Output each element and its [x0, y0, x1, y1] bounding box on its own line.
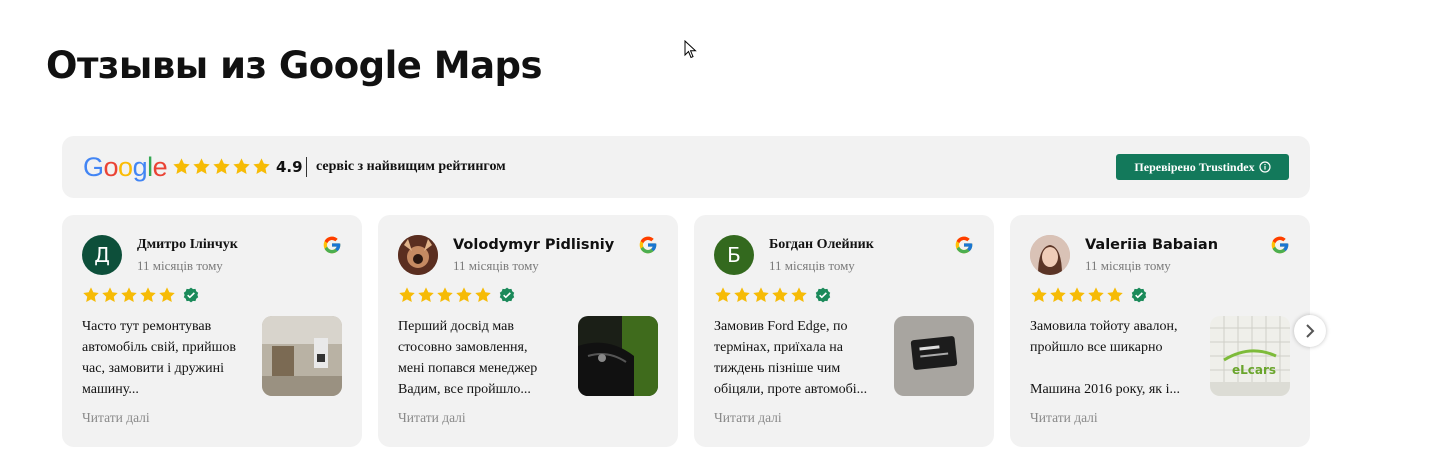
reviewer-name: Богдан Олейник: [769, 237, 874, 252]
review-card: Valeriia Babaian 11 місяців тому Замовил…: [1010, 215, 1310, 447]
star-icon: [233, 158, 250, 174]
avatar: Б: [714, 235, 754, 275]
star-icon: [253, 158, 270, 174]
star-icon: [83, 287, 99, 303]
review-card: Д Дмитро Ілінчук 11 місяців тому Часто т…: [62, 215, 362, 447]
review-date: 11 місяців тому: [769, 258, 855, 273]
reviewer-name: Valeriia Babaian: [1085, 237, 1219, 253]
reviewer-name: Volodymyr Pidlisniy: [453, 237, 615, 253]
star-icon: [173, 158, 190, 174]
star-icon: [213, 158, 230, 174]
google-icon: [1271, 236, 1289, 254]
review-date: 11 місяців тому: [1085, 258, 1171, 273]
review-stars: [714, 286, 831, 304]
verified-label: Перевірено Trustindex: [1134, 159, 1255, 174]
divider: [306, 157, 307, 177]
star-icon: [140, 287, 156, 303]
google-logo: Google: [83, 152, 168, 182]
rating-text: сервіс з найвищим рейтингом: [316, 159, 506, 174]
google-icon: [639, 236, 657, 254]
read-more-link[interactable]: Читати далі: [82, 410, 150, 426]
review-photo[interactable]: eLcars: [1210, 316, 1290, 396]
star-icon: [475, 287, 491, 303]
review-text: Часто тут ремонтував автомобіль свій, пр…: [82, 319, 236, 397]
header-stars: [172, 157, 271, 176]
review-stars: [82, 286, 199, 304]
star-icon: [193, 158, 210, 174]
review-text: Замовив Ford Edge, по термінах, приїхала…: [714, 319, 868, 397]
mouse-cursor-icon: [684, 40, 697, 59]
star-icon: [753, 287, 769, 303]
review-card: Volodymyr Pidlisniy 11 місяців тому Перш…: [378, 215, 678, 447]
star-icon: [734, 287, 750, 303]
star-icon: [121, 287, 137, 303]
google-icon: [323, 236, 341, 254]
review-stars: [398, 286, 515, 304]
verified-check-icon: [815, 287, 831, 303]
next-arrow-button[interactable]: [1294, 315, 1326, 347]
star-icon: [1069, 287, 1085, 303]
avatar-initial: Б: [727, 243, 741, 267]
star-icon: [715, 287, 731, 303]
read-more-link[interactable]: Читати далі: [714, 410, 782, 426]
review-text: Замовила тойоту авалон, пройшло все шика…: [1030, 319, 1180, 397]
info-icon: [1258, 161, 1271, 173]
verified-check-icon: [499, 287, 515, 303]
google-icon: [955, 236, 973, 254]
star-icon: [1107, 287, 1123, 303]
star-icon: [1031, 287, 1047, 303]
avatar: [398, 235, 438, 275]
review-date: 11 місяців тому: [137, 258, 223, 273]
rating-score: 4.9: [276, 158, 303, 176]
read-more-link[interactable]: Читати далі: [398, 410, 466, 426]
rating-header-bar: Google 4.9 сервіс з найвищим рейтингом П…: [62, 136, 1310, 198]
review-text: Перший досвід мав стосовно замовлення, м…: [398, 319, 538, 397]
review-photo[interactable]: [894, 316, 974, 396]
reviewer-name: Дмитро Ілінчук: [137, 237, 238, 252]
chevron-right-icon: [1306, 324, 1315, 338]
page-title: Отзывы из Google Maps: [46, 44, 543, 87]
star-icon: [791, 287, 807, 303]
avatar-image: [398, 235, 438, 275]
verified-trustindex-badge[interactable]: Перевірено Trustindex: [1116, 154, 1289, 180]
review-card: Б Богдан Олейник 11 місяців тому Замовив…: [694, 215, 994, 447]
review-date: 11 місяців тому: [453, 258, 539, 273]
star-icon: [102, 287, 118, 303]
review-photo[interactable]: [578, 316, 658, 396]
star-icon: [772, 287, 788, 303]
verified-check-icon: [183, 287, 199, 303]
review-stars: [1030, 286, 1147, 304]
star-icon: [159, 287, 175, 303]
star-icon: [456, 287, 472, 303]
avatar-initial: Д: [94, 243, 110, 267]
star-icon: [1050, 287, 1066, 303]
review-photo[interactable]: [262, 316, 342, 396]
star-icon: [437, 287, 453, 303]
avatar: [1030, 235, 1070, 275]
svg-text:eLcars: eLcars: [1232, 363, 1276, 377]
verified-check-icon: [1131, 287, 1147, 303]
avatar: Д: [82, 235, 122, 275]
star-icon: [418, 287, 434, 303]
star-icon: [399, 287, 415, 303]
star-icon: [1088, 287, 1104, 303]
avatar-image: [1030, 235, 1070, 275]
read-more-link[interactable]: Читати далі: [1030, 410, 1098, 426]
